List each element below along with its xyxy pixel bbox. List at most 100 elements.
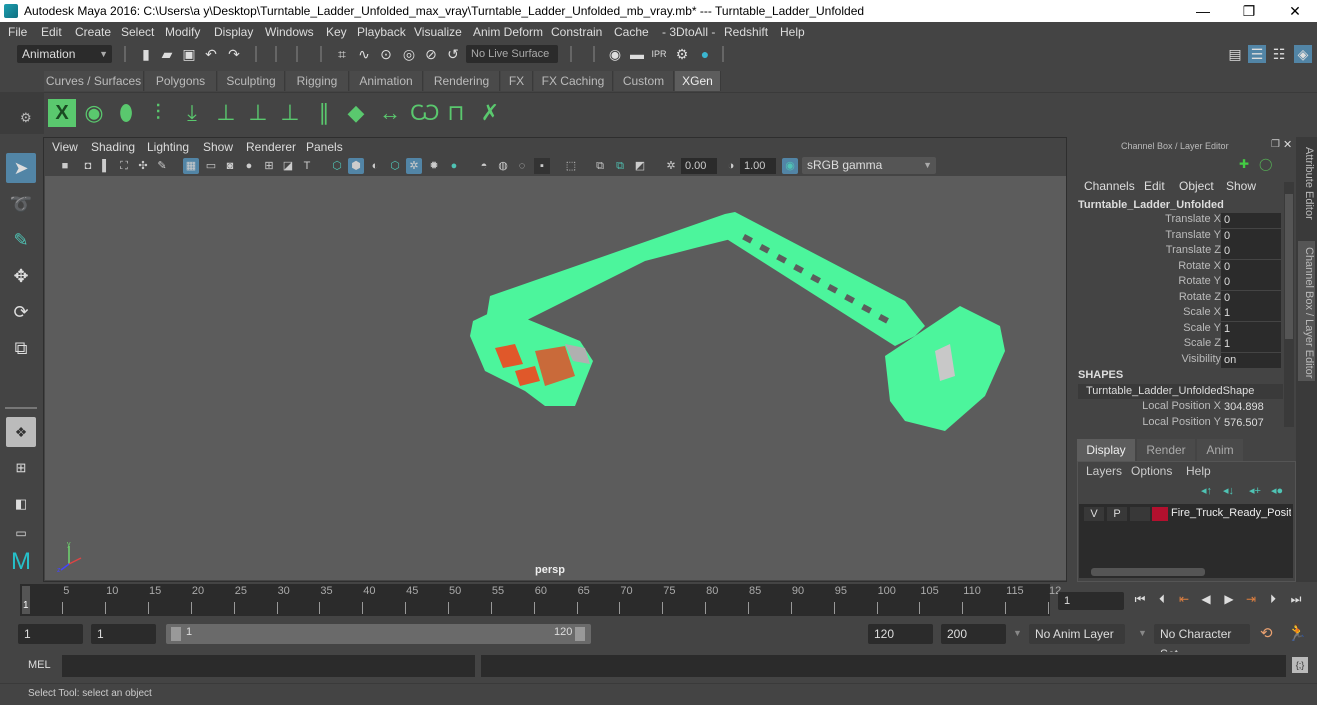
minimize-button[interactable]: —: [1180, 0, 1226, 22]
channel-box-toggle-icon[interactable]: ◈: [1294, 45, 1312, 63]
add-guide-icon[interactable]: ⊥: [212, 99, 240, 127]
live-surface-field[interactable]: No Live Surface: [466, 45, 558, 63]
snap-projected-center-icon[interactable]: ◎: [400, 45, 418, 63]
viewport-menu-shading[interactable]: Shading: [91, 140, 135, 154]
layer-tab-anim[interactable]: Anim: [1197, 439, 1243, 461]
maya-home-icon[interactable]: M: [6, 547, 36, 577]
four-view-layout-icon[interactable]: ⊞: [6, 453, 36, 483]
move-tool-icon[interactable]: ✥: [6, 261, 36, 291]
float-panel-icon[interactable]: ❐: [1271, 139, 1280, 150]
chevron-down-icon[interactable]: ▼: [1013, 628, 1022, 638]
go-to-end-icon[interactable]: ⏭: [1287, 590, 1305, 608]
select-guides-icon[interactable]: Ѡ: [410, 99, 439, 127]
menu-cache[interactable]: Cache: [614, 25, 649, 39]
animation-start-field[interactable]: 1: [18, 624, 83, 644]
delete-guides-icon[interactable]: ✗: [476, 99, 504, 127]
new-layer-selected-icon[interactable]: ◂●: [1271, 484, 1283, 497]
snap-view-plane-icon[interactable]: ⊘: [422, 45, 440, 63]
menu-redshift[interactable]: Redshift: [724, 25, 768, 39]
shelf-settings-icon[interactable]: ⚙: [20, 110, 32, 126]
image-plane-icon[interactable]: ⛶: [116, 158, 132, 174]
guide-frame-icon[interactable]: ⊓: [442, 99, 470, 127]
resolution-gate-icon[interactable]: ◙: [222, 158, 238, 174]
sculpt-guide-icon[interactable]: ⊥: [244, 99, 272, 127]
xray-joints-icon[interactable]: ◩: [632, 158, 648, 174]
channel-value[interactable]: 1: [1221, 306, 1281, 321]
channel-row[interactable]: Scale Z1: [1071, 337, 1283, 352]
xray-active-components-icon[interactable]: ⧉: [612, 158, 628, 174]
restore-button[interactable]: ❐: [1226, 0, 1272, 22]
scale-tool-icon[interactable]: ⧉: [6, 333, 36, 363]
viewport-menu-panels[interactable]: Panels: [306, 140, 343, 154]
layer-visibility-toggle[interactable]: V: [1084, 507, 1104, 521]
single-perspective-layout-icon[interactable]: ❖: [6, 417, 36, 447]
new-empty-layer-icon[interactable]: ◂+: [1249, 484, 1261, 497]
layer-tab-display[interactable]: Display: [1077, 439, 1135, 461]
persp-graph-layout-icon[interactable]: ▭: [6, 525, 36, 541]
ipr-render-icon[interactable]: IPR: [650, 45, 668, 63]
step-back-frame-icon[interactable]: ⏴: [1153, 590, 1171, 608]
shelf-tab-custom[interactable]: Custom: [614, 71, 674, 91]
render-view-icon[interactable]: ◉: [606, 45, 624, 63]
channel-row[interactable]: Translate Z0: [1071, 244, 1283, 259]
perspective-viewport[interactable]: y z persp: [45, 176, 1066, 580]
smooth-shade-icon[interactable]: ⬢: [348, 158, 364, 174]
shape-name[interactable]: Turntable_Ladder_UnfoldedShape: [1078, 384, 1283, 399]
viewport-menu-renderer[interactable]: Renderer: [246, 140, 296, 154]
xray-icon[interactable]: ⧉: [592, 158, 608, 174]
select-tool-icon[interactable]: ➤: [6, 153, 36, 183]
xgen-editor-icon[interactable]: X: [48, 99, 76, 127]
time-slider[interactable]: 1 5 10 15 20 25 30 35 40 45 50 55 60 65 70 75 80 85 90 95 1…: [20, 584, 1061, 616]
layer-name[interactable]: Fire_Truck_Ready_Positic: [1171, 507, 1291, 519]
edit-menu[interactable]: Edit: [1144, 179, 1165, 193]
channel-value[interactable]: 0: [1221, 275, 1281, 290]
menu-constrain[interactable]: Constrain: [551, 25, 602, 39]
layer-hscrollbar[interactable]: [1079, 566, 1293, 578]
shelf-tab-curves-surfaces[interactable]: Curves / Surfaces: [44, 71, 144, 91]
menu-anim-deform[interactable]: Anim Deform: [473, 25, 543, 39]
show-menu[interactable]: Show: [1226, 179, 1256, 193]
shelf-tab-animation[interactable]: Animation: [350, 71, 423, 91]
color-management-toggle-icon[interactable]: ◉: [782, 158, 798, 174]
menu-file[interactable]: File: [8, 25, 27, 39]
screen-space-ao-icon[interactable]: ◓: [476, 158, 492, 174]
channels-menu[interactable]: Channels: [1084, 179, 1135, 193]
step-forward-frame-icon[interactable]: ⏵: [1264, 590, 1282, 608]
exposure-icon[interactable]: ✲: [663, 158, 679, 174]
play-backwards-icon[interactable]: ◀: [1197, 590, 1215, 608]
shelf-tab-rigging[interactable]: Rigging: [286, 71, 349, 91]
guides-to-curves-icon[interactable]: ∥: [310, 99, 338, 127]
menu-display[interactable]: Display: [214, 25, 253, 39]
snap-point-icon[interactable]: ⊙: [377, 45, 395, 63]
channel-value[interactable]: 1: [1221, 337, 1281, 352]
move-layer-up-icon[interactable]: ◂↑: [1201, 484, 1212, 497]
menu-select[interactable]: Select: [121, 25, 154, 39]
object-menu[interactable]: Object: [1179, 179, 1214, 193]
depth-of-field-icon[interactable]: ▪: [534, 158, 550, 174]
playback-end-field[interactable]: 120: [868, 624, 933, 644]
help-menu[interactable]: Help: [1186, 464, 1211, 478]
channel-row[interactable]: Translate Y0: [1071, 228, 1283, 244]
field-chart-icon[interactable]: ⊞: [261, 158, 277, 174]
auto-keyframe-icon[interactable]: ⟲: [1260, 624, 1273, 642]
channel-row[interactable]: Rotate Y0: [1071, 275, 1283, 290]
shape-channel-row[interactable]: Local Position Y 576.507: [1071, 416, 1283, 431]
camera-attributes-icon[interactable]: ◘: [80, 158, 96, 174]
menuset-dropdown[interactable]: Animation ▼: [17, 45, 112, 63]
channel-row[interactable]: Visibility on: [1071, 352, 1283, 368]
paint-select-tool-icon[interactable]: ✎: [6, 225, 36, 255]
create-description-icon[interactable]: ◉: [80, 99, 108, 127]
playback-start-field[interactable]: 1: [91, 624, 156, 644]
menu-help[interactable]: Help: [780, 25, 805, 39]
layer-display-type-toggle[interactable]: [1130, 507, 1150, 521]
channel-value[interactable]: 0: [1221, 259, 1281, 275]
menu-windows[interactable]: Windows: [265, 25, 314, 39]
channel-row[interactable]: Scale Y1: [1071, 321, 1283, 337]
close-button[interactable]: ✕: [1272, 0, 1317, 22]
patch-icon[interactable]: ◆: [342, 99, 370, 127]
layer-tab-render[interactable]: Render: [1137, 439, 1195, 461]
range-start-handle[interactable]: [171, 627, 181, 641]
modeling-toolkit-icon[interactable]: ▤: [1226, 45, 1244, 63]
layers-menu[interactable]: Layers: [1086, 464, 1122, 478]
move-layer-down-icon[interactable]: ◂↓: [1223, 484, 1234, 497]
